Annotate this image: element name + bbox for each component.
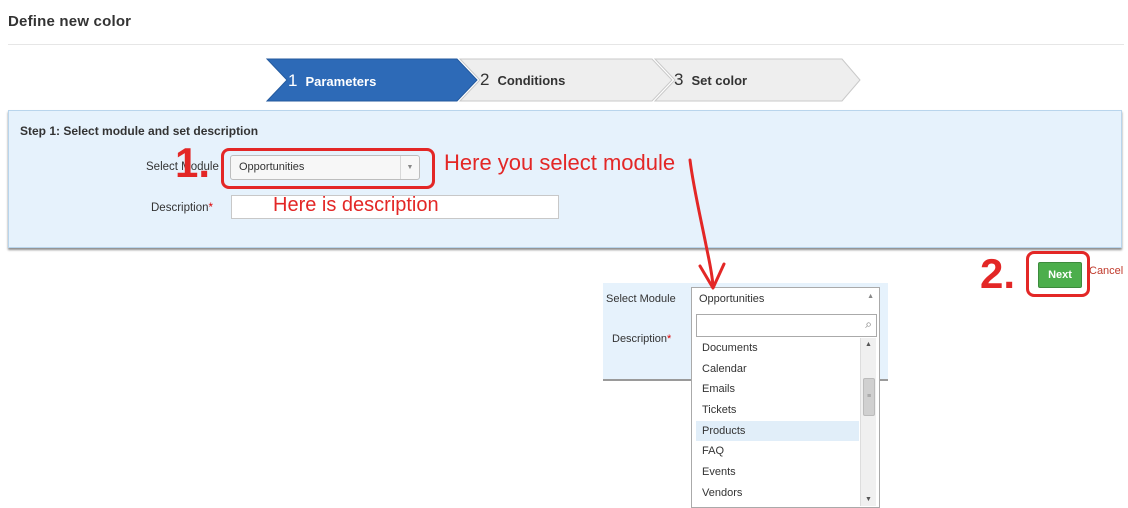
annotation-arrow	[688, 158, 726, 290]
